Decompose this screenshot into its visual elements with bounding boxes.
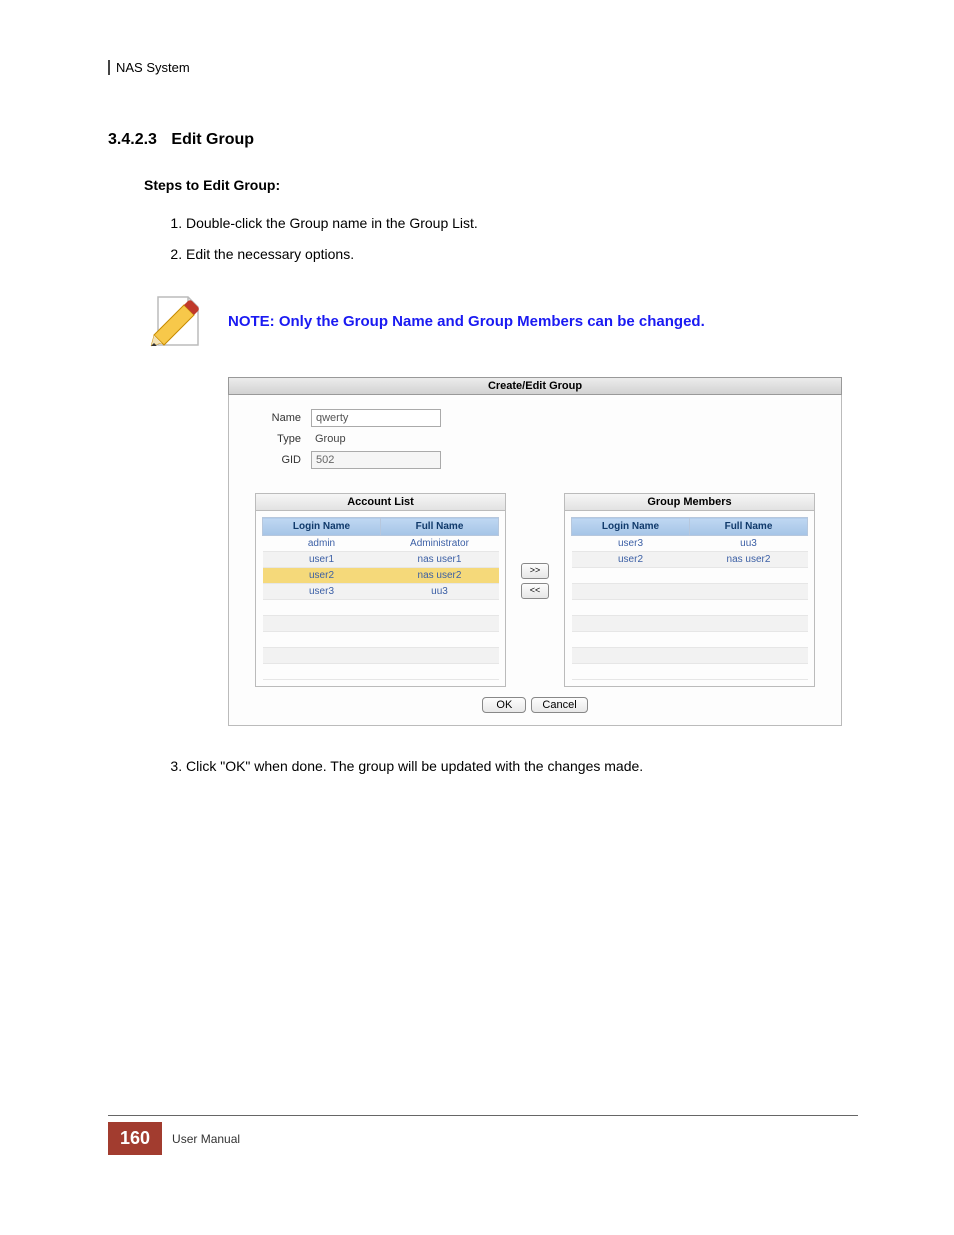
table-row[interactable] (572, 648, 808, 664)
create-edit-group-dialog: Create/Edit Group Name qwerty Type Group… (228, 377, 842, 726)
footer-rule (108, 1115, 858, 1116)
name-label: Name (255, 412, 311, 424)
account-col-login[interactable]: Login Name (263, 518, 381, 536)
table-row[interactable]: user2nas user2 (572, 552, 808, 568)
table-row[interactable] (572, 664, 808, 680)
group-members-panel: Group Members Login Name Full Name user3… (564, 493, 815, 687)
add-member-button[interactable]: >> (521, 563, 549, 579)
table-row[interactable]: user1nas user1 (263, 552, 499, 568)
note-pencil-icon (144, 289, 208, 353)
table-row[interactable] (572, 632, 808, 648)
table-row[interactable] (572, 616, 808, 632)
table-row[interactable] (572, 568, 808, 584)
gid-label: GID (255, 454, 311, 466)
table-row[interactable] (572, 600, 808, 616)
group-members-title: Group Members (565, 494, 814, 511)
step-item: Edit the necessary options. (186, 244, 858, 265)
table-row[interactable] (263, 648, 499, 664)
gid-input: 502 (311, 451, 441, 469)
table-row[interactable] (572, 584, 808, 600)
section-number: 3.4.2.3 (108, 131, 157, 148)
table-row[interactable]: user2nas user2 (263, 568, 499, 584)
footer-label: User Manual (172, 1132, 240, 1146)
name-input[interactable]: qwerty (311, 409, 441, 427)
dialog-title: Create/Edit Group (228, 377, 842, 395)
type-value: Group (311, 433, 346, 445)
remove-member-button[interactable]: << (521, 583, 549, 599)
note-text: NOTE: Only the Group Name and Group Memb… (228, 313, 705, 330)
step-item: Click "OK" when done. The group will be … (186, 756, 858, 777)
table-row[interactable] (263, 616, 499, 632)
table-row[interactable] (263, 632, 499, 648)
members-col-login[interactable]: Login Name (572, 518, 690, 536)
page-number: 160 (108, 1122, 162, 1155)
ok-button[interactable]: OK (482, 697, 526, 713)
table-row[interactable] (263, 600, 499, 616)
account-col-full[interactable]: Full Name (381, 518, 499, 536)
table-row[interactable]: adminAdministrator (263, 536, 499, 552)
type-label: Type (255, 433, 311, 445)
table-row[interactable]: user3uu3 (572, 536, 808, 552)
account-list-title: Account List (256, 494, 505, 511)
step-item: Double-click the Group name in the Group… (186, 213, 858, 234)
section-heading: 3.4.2.3 Edit Group (108, 131, 858, 149)
table-row[interactable] (263, 664, 499, 680)
members-col-full[interactable]: Full Name (690, 518, 808, 536)
steps-heading: Steps to Edit Group: (144, 177, 858, 193)
header-product: NAS System (108, 60, 858, 75)
section-title: Edit Group (171, 131, 254, 148)
account-list-panel: Account List Login Name Full Name adminA… (255, 493, 506, 687)
table-row[interactable]: user3uu3 (263, 584, 499, 600)
cancel-button[interactable]: Cancel (531, 697, 587, 713)
